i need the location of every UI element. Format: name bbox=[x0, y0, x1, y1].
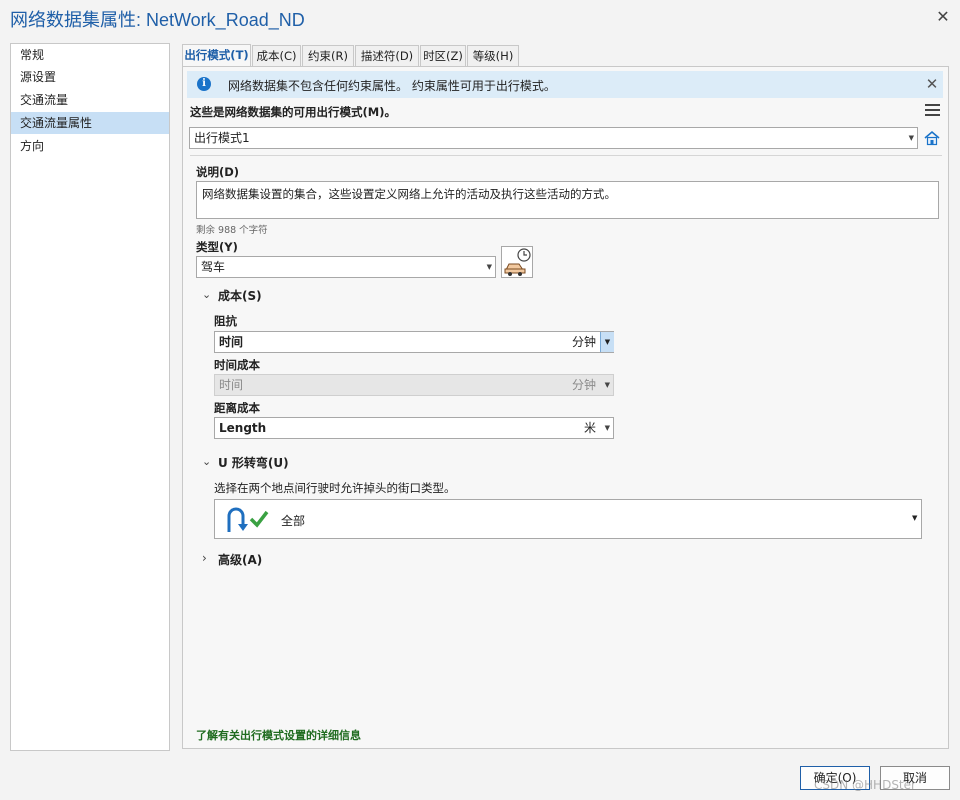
time-cost-select[interactable]: 时间 分钟 ▼ bbox=[214, 374, 614, 396]
time-cost-unit: 分钟 bbox=[572, 378, 597, 392]
chevron-down-icon: ▼ bbox=[604, 381, 610, 389]
time-cost-label: 时间成本 bbox=[214, 358, 260, 372]
advanced-section-title[interactable]: 高级(A) bbox=[218, 551, 262, 568]
collapse-uturn-icon[interactable]: ⌄ bbox=[202, 455, 211, 468]
watermark: CSDN @HHDSter bbox=[814, 778, 916, 792]
sidebar-item-traffic[interactable]: 交通流量 bbox=[11, 89, 169, 111]
travel-mode-value: 出行模式1 bbox=[194, 131, 250, 145]
uturn-section-title[interactable]: U 形转弯(U) bbox=[218, 454, 289, 471]
time-cost-value: 时间 bbox=[219, 378, 244, 392]
sidebar-item-general[interactable]: 常规 bbox=[11, 44, 169, 66]
expand-advanced-icon[interactable]: › bbox=[202, 551, 207, 565]
distance-cost-unit: 米 bbox=[584, 421, 597, 435]
chevron-down-icon: ▼ bbox=[908, 134, 914, 142]
distance-cost-select[interactable]: Length 米 ▼ bbox=[214, 417, 614, 439]
tab-hierarchy[interactable]: 等级(H) bbox=[467, 45, 519, 67]
tab-panel bbox=[182, 66, 949, 749]
close-dialog-button[interactable]: ✕ bbox=[934, 8, 952, 26]
sidebar-item-travel-attributes[interactable]: 交通流量属性 bbox=[11, 112, 169, 134]
uturn-description: 选择在两个地点间行驶时允许掉头的街口类型。 bbox=[214, 481, 456, 495]
type-value: 驾车 bbox=[201, 260, 226, 274]
info-icon: i bbox=[197, 77, 211, 91]
tab-travel-modes[interactable]: 出行模式(T) bbox=[182, 44, 251, 68]
distance-cost-value: Length bbox=[219, 421, 267, 435]
tab-restrictions[interactable]: 约束(R) bbox=[302, 45, 354, 67]
car-clock-icon[interactable] bbox=[501, 246, 533, 278]
divider bbox=[190, 155, 942, 156]
uturn-value: 全部 bbox=[281, 514, 306, 528]
tab-costs[interactable]: 成本(C) bbox=[252, 45, 301, 67]
cost-section-title[interactable]: 成本(S) bbox=[218, 287, 262, 304]
menu-icon[interactable] bbox=[925, 104, 940, 116]
impedance-label: 阻抗 bbox=[214, 314, 237, 328]
dialog-title: 网络数据集属性: NetWork_Road_ND bbox=[10, 10, 305, 30]
description-label: 说明(D) bbox=[196, 165, 240, 179]
sidebar-item-directions[interactable]: 方向 bbox=[11, 135, 169, 157]
impedance-unit: 分钟 bbox=[572, 335, 597, 349]
sidebar-nav: 常规 源设置 交通流量 交通流量属性 方向 bbox=[10, 43, 170, 751]
chevron-down-icon: ▼ bbox=[486, 263, 492, 271]
chevron-down-icon: ▼ bbox=[912, 514, 918, 522]
sidebar-item-source-settings[interactable]: 源设置 bbox=[11, 66, 169, 88]
remaining-chars: 剩余 988 个字符 bbox=[196, 225, 268, 236]
type-label: 类型(Y) bbox=[196, 240, 238, 254]
tab-descriptors[interactable]: 描述符(D) bbox=[355, 45, 419, 67]
home-icon[interactable] bbox=[924, 130, 940, 146]
collapse-cost-icon[interactable]: ⌄ bbox=[202, 288, 211, 301]
chevron-down-icon[interactable]: ▼ bbox=[600, 332, 614, 352]
impedance-value: 时间 bbox=[219, 335, 244, 349]
type-select[interactable]: 驾车 ▼ bbox=[196, 256, 496, 278]
info-message: 网络数据集不包含任何约束属性。 约束属性可用于出行模式。 bbox=[228, 79, 556, 93]
uturn-select[interactable]: 全部 ▼ bbox=[214, 499, 922, 539]
travel-mode-select[interactable]: 出行模式1 ▼ bbox=[189, 127, 918, 149]
tab-time-zones[interactable]: 时区(Z) bbox=[420, 45, 466, 67]
uturn-check-icon bbox=[223, 504, 271, 534]
distance-cost-label: 距离成本 bbox=[214, 401, 260, 415]
help-link[interactable]: 了解有关出行模式设置的详细信息 bbox=[196, 727, 361, 743]
travel-modes-label: 这些是网络数据集的可用出行模式(M)。 bbox=[190, 105, 396, 119]
description-textarea[interactable]: 网络数据集设置的集合，这些设置定义网络上允许的活动及执行这些活动的方式。 bbox=[196, 181, 939, 219]
info-close-icon[interactable]: ✕ bbox=[924, 75, 940, 93]
impedance-select[interactable]: 时间 分钟 ▼ bbox=[214, 331, 614, 353]
chevron-down-icon: ▼ bbox=[604, 424, 610, 432]
